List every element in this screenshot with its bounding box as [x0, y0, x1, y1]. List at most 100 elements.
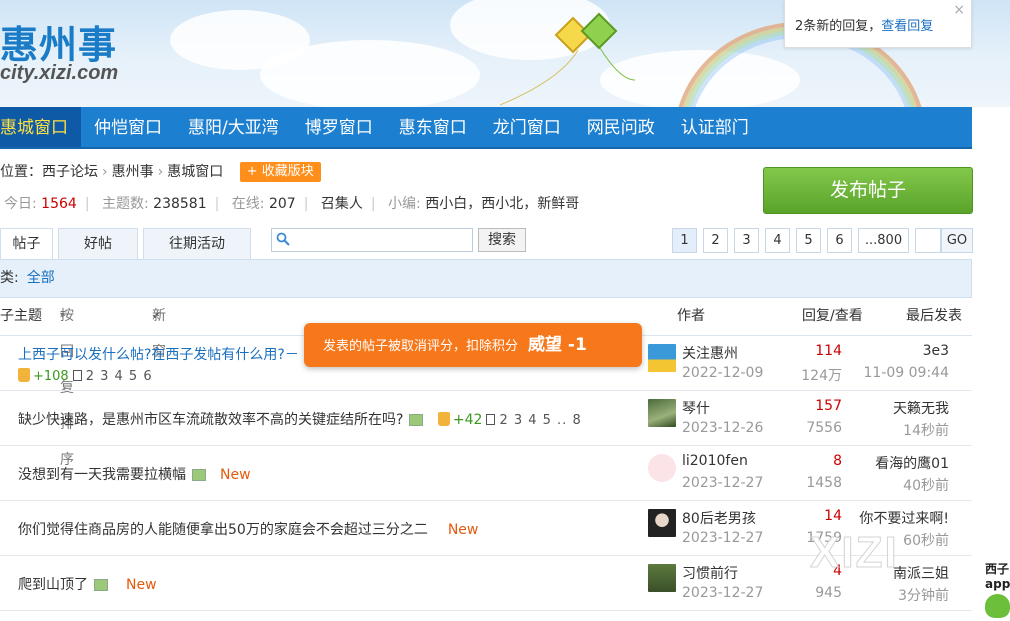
tab-good-posts[interactable]: 好帖	[58, 228, 138, 259]
page-go-button[interactable]: GO	[941, 228, 973, 253]
thread-title-text: 缺少快速路，是惠州市区车流疏散效率不高的关键症结所在吗?	[18, 412, 404, 428]
last-post-column-header: 最后发表	[906, 308, 962, 324]
last-poster[interactable]: 3e3	[923, 343, 949, 359]
post-date: 2023-12-27	[682, 475, 764, 491]
thumbs-up-icon	[437, 412, 450, 426]
thread-title-text: 爬到山顶了	[18, 577, 88, 593]
page-jump-input[interactable]	[915, 228, 941, 253]
breadcrumb-prefix: 位置：	[0, 164, 42, 180]
page-2[interactable]: 2	[703, 228, 728, 253]
xizi-watermark: XIZI	[810, 528, 899, 578]
nav-item-huidong[interactable]: 惠东窗口	[386, 107, 480, 147]
new-post-button[interactable]: 发布帖子	[763, 167, 973, 214]
avatar[interactable]	[648, 454, 676, 482]
category-label: 类:	[0, 270, 19, 286]
page-6[interactable]: 6	[827, 228, 852, 253]
breadcrumb-link[interactable]: 西子论坛	[42, 164, 98, 180]
image-icon	[94, 579, 108, 591]
page-5[interactable]: 5	[796, 228, 821, 253]
author-name[interactable]: 80后老男孩	[682, 508, 756, 528]
toast-text: 发表的帖子被取消评分，扣除积分	[323, 339, 519, 354]
avatar[interactable]	[648, 344, 676, 372]
page-4[interactable]: 4	[765, 228, 790, 253]
author-name[interactable]: 关注惠州	[682, 343, 738, 363]
post-date: 2023-12-27	[682, 530, 764, 546]
search-icon	[276, 232, 290, 246]
site-logo[interactable]: 惠州事	[0, 14, 117, 69]
last-poster[interactable]: 看海的鹰01	[875, 453, 949, 473]
last-poster[interactable]: 天籁无我	[893, 398, 949, 418]
thread-title-text: 没想到有一天我需要拉横幅	[18, 467, 186, 483]
view-replies-link[interactable]: 查看回复	[881, 19, 933, 34]
breadcrumb-link[interactable]: 惠城窗口	[167, 164, 223, 180]
reply-count: 114	[815, 343, 842, 359]
thread-page-links[interactable]: 2 3 4 5 .. 8	[499, 413, 581, 428]
page-1[interactable]: 1	[672, 228, 697, 253]
page-icon	[72, 370, 82, 381]
search-input[interactable]	[271, 228, 473, 252]
view-count: 124万	[801, 368, 842, 384]
last-poster[interactable]: 你不要过来啊!	[859, 508, 949, 528]
nav-item-boluo[interactable]: 博罗窗口	[292, 107, 386, 147]
editor-label: 小编:	[388, 196, 421, 212]
breadcrumb: 位置：西子论坛 › 惠州事 › 惠城窗口 + 收藏版块	[0, 160, 321, 184]
breadcrumb-separator: ›	[102, 164, 108, 180]
table-row: 没想到有一天我需要拉横幅 New li2010fen 2023-12-27 8 1…	[0, 446, 972, 501]
last-poster[interactable]: 南派三姐	[893, 563, 949, 583]
thread-title-link[interactable]: 你们觉得住商品房的人能随便拿出50万的家庭会不会超过三分之二 New	[18, 519, 478, 539]
thread-title-link[interactable]: 上西子可以发什么帖?在西子发帖有什么用?－	[18, 344, 299, 364]
favorite-board-button[interactable]: + 收藏版块	[239, 162, 321, 182]
breadcrumb-separator: ›	[157, 164, 164, 180]
last-post-time[interactable]: 11-09 09:44	[864, 365, 949, 381]
page-3[interactable]: 3	[734, 228, 759, 253]
tab-past-events[interactable]: 往期活动	[143, 228, 251, 259]
page-last[interactable]: ...800	[858, 228, 909, 253]
category-all-link[interactable]: 全部	[27, 270, 55, 286]
author-name[interactable]: 琴什	[682, 398, 710, 418]
breadcrumb-link[interactable]: 惠州事	[112, 164, 154, 180]
app-download-badge[interactable]: 西子 app	[985, 562, 1010, 618]
new-badge: New	[126, 577, 157, 593]
thread-title-link[interactable]: 缺少快速路，是惠州市区车流疏散效率不高的关键症结所在吗? +42 2 3 4 5 …	[18, 409, 582, 429]
new-badge: New	[447, 522, 479, 538]
author-name[interactable]: 习惯前行	[682, 563, 738, 583]
search-button[interactable]: 搜索	[478, 228, 526, 252]
notice-text: 2条新的回复，	[795, 19, 882, 34]
topics-count: 238581	[153, 196, 207, 212]
nav-item-huiyang[interactable]: 惠阳/大亚湾	[175, 107, 292, 147]
avatar[interactable]	[648, 564, 676, 592]
author-name[interactable]: li2010fen	[682, 453, 748, 469]
post-date: 2023-12-26	[682, 420, 764, 436]
reply-notice: 2条新的回复，查看回复 ×	[784, 0, 972, 48]
nav-item-netizen[interactable]: 网民问政	[574, 107, 668, 147]
close-icon[interactable]: ×	[953, 2, 965, 18]
praise-count: +42	[452, 412, 483, 428]
reply-count: 14	[824, 508, 842, 524]
nav-item-zhongkai[interactable]: 仲恺窗口	[81, 107, 175, 147]
thread-title-link[interactable]: 爬到山顶了 New	[18, 574, 157, 594]
view-count: 945	[815, 585, 842, 601]
last-post-time[interactable]: 40秒前	[903, 475, 949, 495]
convener-link[interactable]: 召集人	[321, 196, 363, 212]
avatar[interactable]	[648, 509, 676, 537]
nav-item-huicheng[interactable]: 惠城窗口	[0, 107, 81, 147]
last-post-time[interactable]: 3分钟前	[898, 585, 949, 605]
nav-item-certified[interactable]: 认证部门	[668, 107, 762, 147]
today-label: 今日:	[4, 196, 37, 212]
frog-mascot-icon	[985, 594, 1010, 618]
kite-string	[500, 47, 636, 106]
reply-count: 157	[815, 398, 842, 414]
tab-posts[interactable]: 帖子	[0, 228, 53, 260]
last-post-time[interactable]: 14秒前	[903, 420, 949, 440]
last-post-time[interactable]: 60秒前	[903, 530, 949, 550]
app-badge-line1: 西子	[985, 562, 1010, 576]
thread-page-links[interactable]: 2 3 4 5 6	[86, 369, 153, 384]
topics-label: 主题数:	[101, 196, 149, 212]
nav-item-longmen[interactable]: 龙门窗口	[480, 107, 574, 147]
editor-names[interactable]: 西小白，西小北，新鲜哥	[425, 196, 579, 212]
cloud-decoration	[260, 40, 480, 107]
today-count: 1564	[41, 196, 77, 212]
author-column-header: 作者	[677, 308, 705, 324]
avatar[interactable]	[648, 399, 676, 427]
thread-title-link[interactable]: 没想到有一天我需要拉横幅 New	[18, 464, 251, 484]
